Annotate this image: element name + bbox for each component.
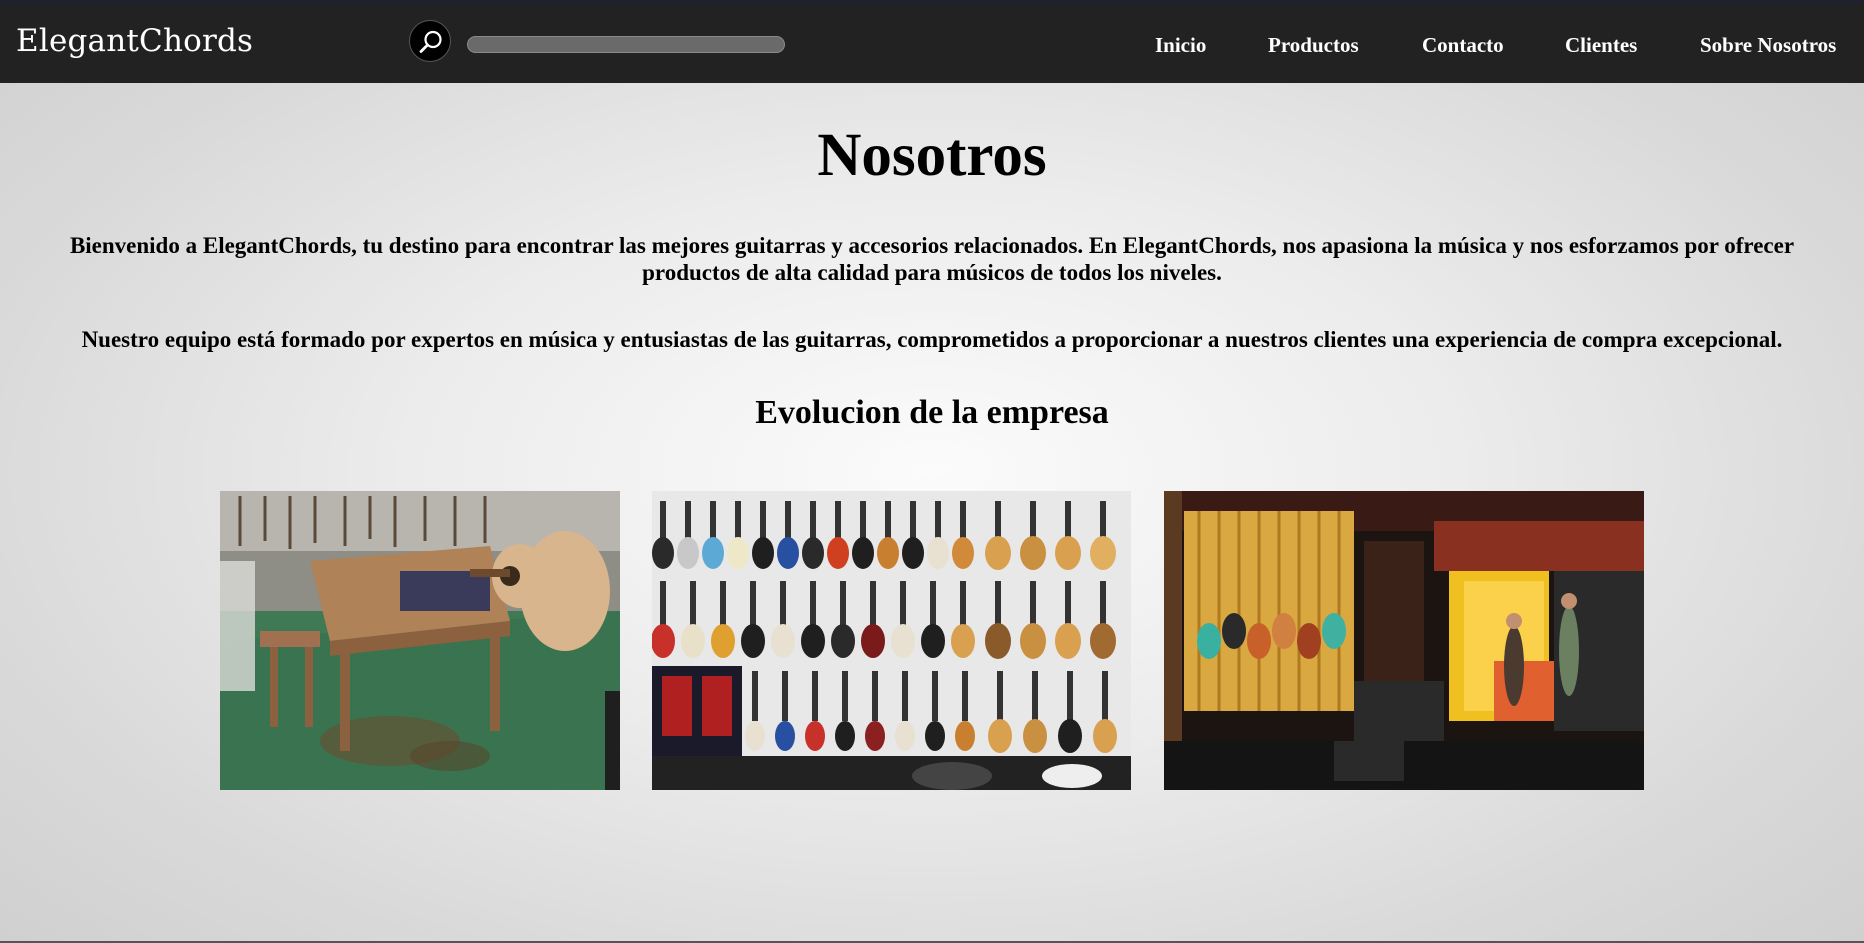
search-button[interactable] [409,20,451,62]
search-input[interactable] [467,36,785,53]
section-title: Evolucion de la empresa [755,394,1109,431]
search-icon [419,30,442,53]
top-navbar: ElegantChords Inicio Productos Contacto … [0,0,1864,83]
brand-logo[interactable]: ElegantChords [16,23,253,59]
nav-sobre-nosotros[interactable]: Sobre Nosotros [1700,33,1836,58]
workshop-photo [220,491,620,790]
nav-inicio[interactable]: Inicio [1155,33,1206,58]
nav-productos[interactable]: Productos [1268,33,1359,58]
nav-contacto[interactable]: Contacto [1422,33,1504,58]
nav-clientes[interactable]: Clientes [1565,33,1637,58]
guitar-wall-photo [652,491,1131,790]
store-interior-photo [1164,491,1644,790]
page-title: Nosotros [817,122,1047,189]
intro-paragraph: Bienvenido a ElegantChords, tu destino p… [69,233,1795,285]
team-paragraph: Nuestro equipo está formado por expertos… [81,327,1783,352]
